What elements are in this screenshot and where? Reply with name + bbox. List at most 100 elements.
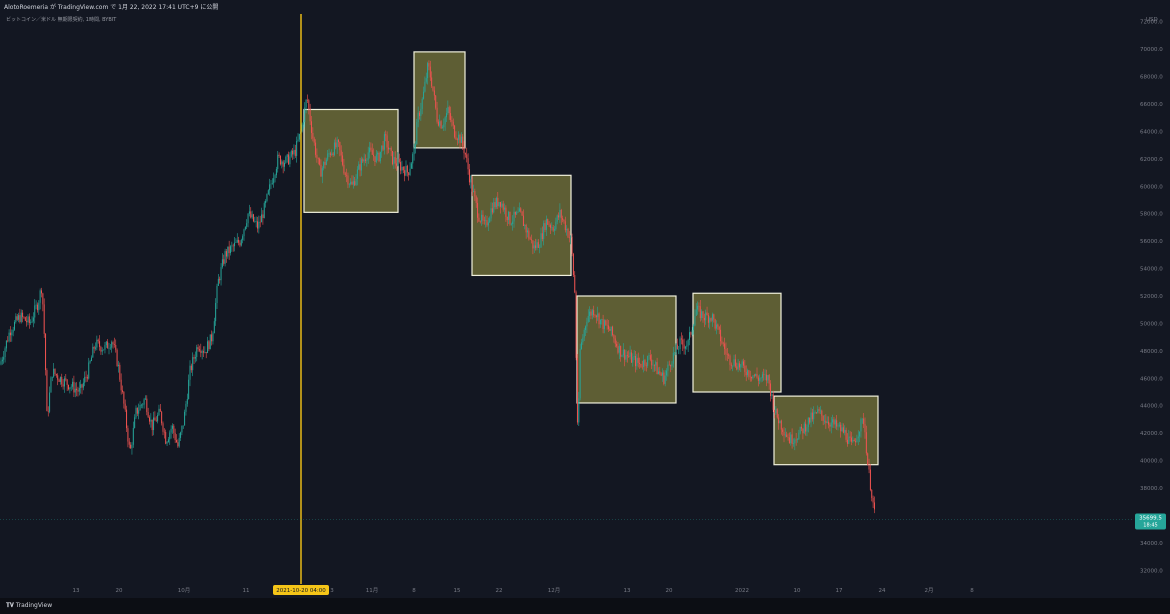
candle-body — [852, 439, 854, 442]
candle-body — [312, 132, 314, 139]
candle-body — [92, 346, 94, 358]
candle-body — [601, 319, 603, 320]
time-axis: 13 20 10月 11 3 11月 8 15 22 12月 13 20 2022 10 17 24 2月 8 — [73, 587, 975, 594]
candle-body — [786, 434, 788, 438]
y-tick-label: 72000.0 — [1140, 20, 1163, 26]
y-tick-label: 46000.0 — [1140, 376, 1163, 382]
candle-body — [467, 158, 469, 170]
y-tick-label: 48000.0 — [1140, 349, 1163, 355]
candle-body — [549, 225, 551, 228]
candle-body — [38, 302, 40, 311]
candle-body — [416, 122, 418, 145]
candle-body — [217, 278, 219, 286]
candle-body — [140, 404, 142, 406]
candle-body — [489, 218, 491, 223]
candle-body — [86, 377, 88, 379]
candle-body — [58, 379, 60, 382]
candle-body — [548, 224, 550, 226]
candle-body — [385, 134, 387, 136]
candle-body — [261, 214, 263, 223]
candle-body — [666, 370, 668, 376]
candle-body — [124, 403, 126, 410]
candle-body — [158, 408, 160, 416]
candle-body — [306, 99, 308, 101]
candle-body — [655, 362, 657, 366]
x-tick-label: 8 — [970, 588, 974, 594]
candle-body — [221, 259, 223, 268]
candle-body — [539, 247, 541, 248]
candle-body — [344, 173, 346, 175]
candle-body — [20, 312, 22, 322]
last-price-countdown: 18:45 — [1143, 523, 1157, 529]
candle-body — [848, 436, 850, 444]
candle-body — [791, 434, 793, 445]
candle-body — [663, 372, 665, 384]
candlestick-chart[interactable]: USD32000.034000.036000.038000.040000.042… — [0, 0, 1170, 598]
candle-body — [525, 225, 527, 233]
candle-body — [302, 122, 304, 125]
candle-body — [271, 183, 273, 184]
candle-body — [328, 153, 330, 155]
candle-body — [296, 141, 298, 156]
candle-body — [706, 312, 708, 316]
candle-body — [502, 203, 504, 210]
candle-body — [749, 376, 751, 378]
candle-body — [591, 310, 593, 316]
candle-body — [162, 423, 164, 432]
candle-body — [356, 169, 358, 179]
candle-body — [410, 163, 412, 169]
vertical-marker: 2021-10-20 04:00 — [273, 14, 329, 595]
candle-body — [105, 341, 107, 346]
candle-body — [316, 154, 318, 158]
candle-body — [840, 424, 842, 432]
candle-body — [265, 200, 267, 204]
candle-body — [522, 215, 524, 227]
candle-body — [832, 419, 834, 423]
candle-body — [711, 314, 713, 321]
candle-body — [5, 340, 7, 349]
candle-body — [845, 429, 847, 440]
x-tick-label: 20 — [666, 588, 673, 594]
candle-body — [599, 319, 601, 325]
candle-body — [255, 221, 257, 222]
candle-body — [482, 214, 484, 221]
candle-body — [439, 121, 441, 126]
candle-body — [792, 443, 794, 445]
candle-body — [298, 133, 300, 140]
candle-body — [703, 317, 705, 321]
candle-body — [540, 233, 542, 248]
candle-body — [185, 403, 187, 412]
candle-body — [779, 420, 781, 424]
candle-body — [528, 230, 530, 239]
candle-body — [230, 246, 231, 254]
candle-body — [640, 363, 642, 367]
candle-body — [311, 121, 312, 133]
candle-body — [787, 437, 789, 438]
candle-body — [590, 311, 592, 316]
candle-body — [651, 359, 653, 366]
candle-body — [16, 316, 18, 320]
candle-body — [536, 242, 538, 248]
tradingview-logo-text: TradingView — [15, 602, 53, 609]
candle-body — [537, 242, 539, 248]
candle-body — [846, 439, 848, 444]
candle-body — [645, 365, 647, 367]
candle-body — [635, 356, 636, 367]
candle-body — [408, 172, 410, 176]
candle-body — [246, 223, 248, 227]
candle-body — [197, 347, 199, 350]
candle-body — [475, 196, 477, 203]
x-tick-label: 13 — [624, 588, 631, 594]
candle-body — [432, 86, 434, 91]
candle-body — [481, 214, 483, 222]
candle-body — [802, 428, 804, 434]
candle-body — [350, 181, 352, 185]
candle-body — [89, 361, 91, 363]
candle-body — [262, 214, 264, 219]
candle-body — [201, 351, 203, 353]
candle-body — [378, 152, 380, 162]
candle-body — [841, 427, 843, 432]
candle-body — [494, 202, 496, 208]
candle-body — [143, 399, 145, 405]
candle-body — [108, 348, 110, 349]
